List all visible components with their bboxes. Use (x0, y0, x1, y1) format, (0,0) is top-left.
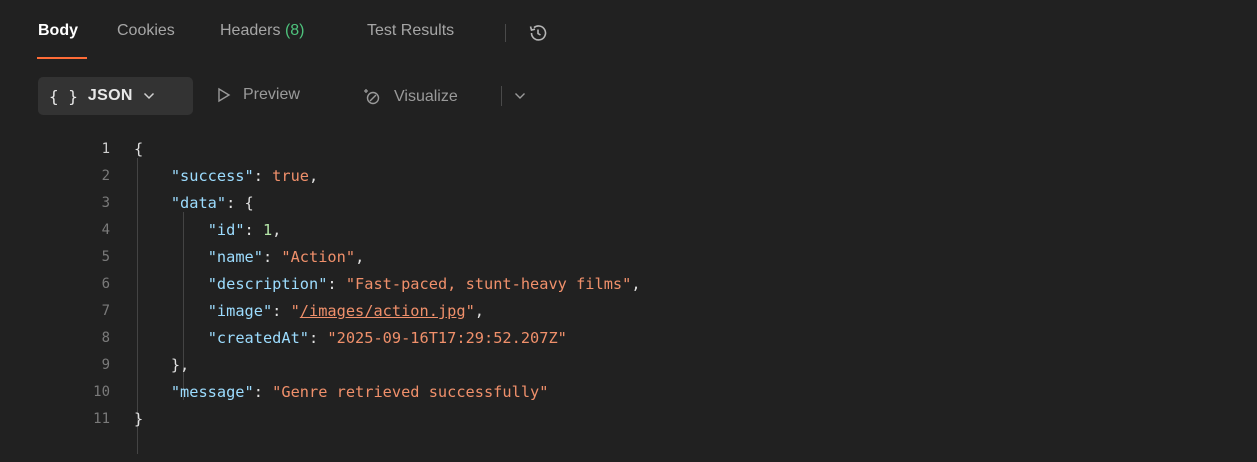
code-text: "name": "Action", (207, 248, 365, 266)
preview-label: Preview (243, 86, 300, 103)
braces-icon: { } (49, 86, 78, 106)
code-text: "message": "Genre retrieved successfully… (170, 383, 549, 401)
tab-headers[interactable]: Headers (8) (220, 22, 305, 40)
chevron-down-icon (143, 92, 154, 100)
code-line: 5 "name": "Action", (0, 244, 1257, 271)
code-line: 4 "id": 1, (0, 217, 1257, 244)
toolbar-divider (501, 86, 502, 106)
visualize-icon (364, 89, 380, 105)
tab-test-results[interactable]: Test Results (367, 22, 454, 40)
history-icon[interactable] (527, 22, 549, 44)
preview-button[interactable]: Preview (217, 86, 300, 104)
code-text: } (134, 410, 144, 428)
tab-body[interactable]: Body (38, 22, 78, 40)
json-key: "id" (207, 221, 245, 239)
line-number: 2 (101, 168, 110, 184)
line-number: 1 (101, 141, 110, 157)
code-text: "data": { (170, 194, 254, 212)
json-key: "createdAt" (207, 329, 309, 347)
code-line: 8 "createdAt": "2025-09-16T17:29:52.207Z… (0, 325, 1257, 352)
json-value: true (272, 167, 309, 185)
code-text: "success": true, (170, 167, 319, 185)
code-text: { (134, 140, 144, 158)
code-line: 2 "success": true, (0, 163, 1257, 190)
response-body-editor[interactable]: 1 { 2 "success": true, 3 "data": { 4 "id… (0, 134, 1257, 462)
line-number: 7 (101, 303, 110, 319)
code-line: 6 "description": "Fast-paced, stunt-heav… (0, 271, 1257, 298)
active-tab-indicator (37, 57, 87, 59)
code-line: 11 } (0, 406, 1257, 433)
visualize-options-chevron-icon[interactable] (514, 92, 526, 100)
json-key: "data" (170, 194, 227, 212)
code-text: "description": "Fast-paced, stunt-heavy … (207, 275, 641, 293)
visualize-button[interactable]: Visualize (362, 86, 458, 108)
code-text: "createdAt": "2025-09-16T17:29:52.207Z" (207, 329, 567, 347)
visualize-label: Visualize (394, 88, 458, 105)
json-value: "Fast-paced, stunt-heavy films" (345, 275, 632, 293)
line-number: 6 (101, 276, 110, 292)
tab-headers-label: Headers (220, 22, 281, 39)
code-line: 7 "image": "/images/action.jpg", (0, 298, 1257, 325)
line-number: 3 (101, 195, 110, 211)
code-line: 3 "data": { (0, 190, 1257, 217)
tab-cookies[interactable]: Cookies (117, 22, 175, 40)
code-text: }, (170, 356, 190, 374)
json-value: " (465, 302, 475, 320)
code-text: "image": "/images/action.jpg", (207, 302, 485, 320)
json-value: "Action" (281, 248, 356, 266)
format-label: JSON (87, 87, 133, 104)
json-key: "description" (207, 275, 328, 293)
code-line: 10 "message": "Genre retrieved successfu… (0, 379, 1257, 406)
code-line: 1 { (0, 136, 1257, 163)
response-tabs: Body Cookies Headers (8) Test Results (0, 0, 1257, 64)
line-number: 8 (101, 330, 110, 346)
format-dropdown[interactable]: { } JSON (38, 77, 193, 115)
json-value: " (290, 302, 300, 320)
json-value: 1 (262, 221, 273, 239)
image-path-link[interactable]: /images/action.jpg (300, 302, 466, 320)
play-icon (218, 87, 231, 103)
json-key: "success" (170, 167, 254, 185)
code-text: "id": 1, (207, 221, 282, 239)
line-number: 9 (101, 357, 110, 373)
json-key: "image" (207, 302, 273, 320)
line-number: 11 (93, 411, 110, 427)
json-key: "name" (207, 248, 263, 266)
tab-divider (505, 24, 506, 42)
line-number: 5 (101, 249, 110, 265)
line-number: 10 (93, 384, 110, 400)
code-line: 9 }, (0, 352, 1257, 379)
json-value: "Genre retrieved successfully" (272, 383, 549, 401)
json-key: "message" (170, 383, 254, 401)
headers-count-badge: (8) (284, 22, 305, 39)
line-number: 4 (101, 222, 110, 238)
json-value: "2025-09-16T17:29:52.207Z" (327, 329, 567, 347)
